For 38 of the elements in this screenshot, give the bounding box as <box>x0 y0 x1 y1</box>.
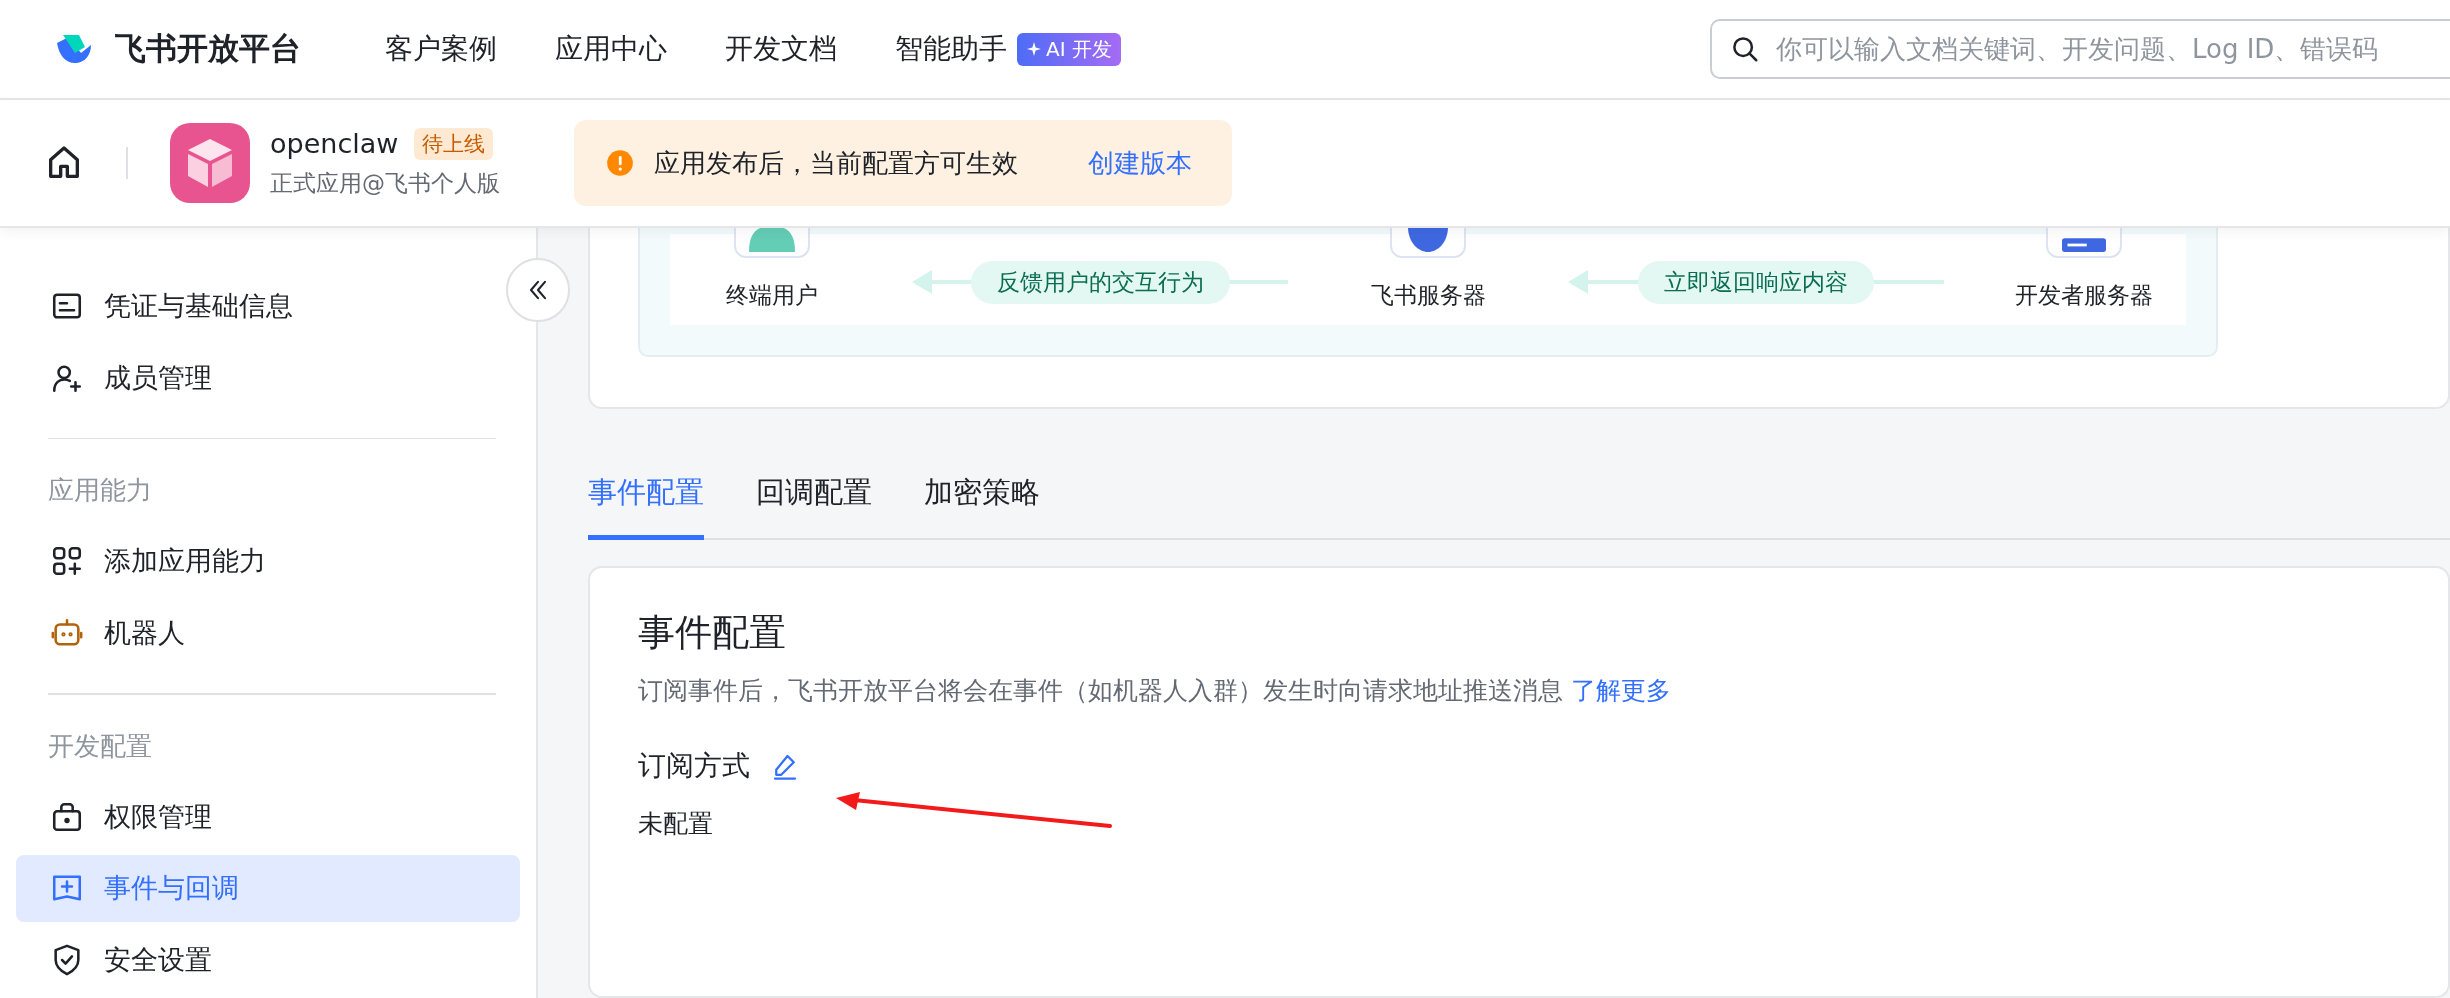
sidebar-item[interactable]: 事件与回调 <box>16 854 520 923</box>
nav-link[interactable]: 应用中心 <box>555 30 667 68</box>
app-icon <box>170 123 250 203</box>
field-value: 未配置 <box>638 808 713 840</box>
sidebar-item[interactable]: 成员管理 <box>16 343 228 412</box>
search-icon <box>1730 34 1760 64</box>
search-field[interactable]: 你可以输入文档关键词、开发问题、Log ID、错误码 <box>1710 19 2450 79</box>
notice-text: 应用发布后，当前配置方可生效 <box>654 146 1018 180</box>
sidebar-item[interactable]: 权限管理 <box>16 782 228 851</box>
sidebar-item[interactable]: 凭证与基础信息 <box>16 272 309 340</box>
server-icon <box>2062 238 2106 252</box>
nav-link[interactable]: 智能助手 <box>895 30 1007 68</box>
node-label: 开发者服务器 <box>2015 281 2153 310</box>
warning-icon <box>606 149 634 177</box>
tab[interactable]: 回调配置 <box>756 453 872 540</box>
node-label: 终端用户 <box>726 281 818 310</box>
tab[interactable]: 加密策略 <box>924 453 1040 540</box>
sidebar-section-title: 应用能力 <box>47 474 153 508</box>
user-icon <box>749 228 795 252</box>
section-title: 事件配置 <box>638 610 787 656</box>
create-version-link[interactable]: 创建版本 <box>1088 145 1192 181</box>
nav-link[interactable]: 客户案例 <box>385 30 497 68</box>
app-subtitle: 正式应用@飞书个人版 <box>270 168 500 198</box>
tab[interactable]: 事件配置 <box>588 453 704 540</box>
app-name: openclaw <box>270 128 399 159</box>
sidebar-item[interactable]: 机器人 <box>16 599 201 667</box>
sidebar-item[interactable]: 添加应用能力 <box>16 527 282 596</box>
sidebar-item[interactable]: 安全设置 <box>16 926 228 994</box>
nav-link[interactable]: 开发文档 <box>725 30 837 68</box>
sparkle-icon <box>1026 41 1042 57</box>
learn-more-link[interactable]: 了解更多 <box>1570 676 1671 705</box>
logo-text[interactable]: 飞书开放平台 <box>115 28 301 70</box>
status-badge: 待上线 <box>414 127 494 160</box>
badge-text: AI 开发 <box>1046 35 1112 63</box>
node-label: 飞书服务器 <box>1370 281 1486 310</box>
field-label: 订阅方式 <box>638 748 750 784</box>
description-text: 订阅事件后，飞书开放平台将会在事件（如机器人入群）发生时向请求地址推送消息 了解更多 <box>638 675 1672 707</box>
sidebar-section-title: 开发配置 <box>47 729 153 763</box>
